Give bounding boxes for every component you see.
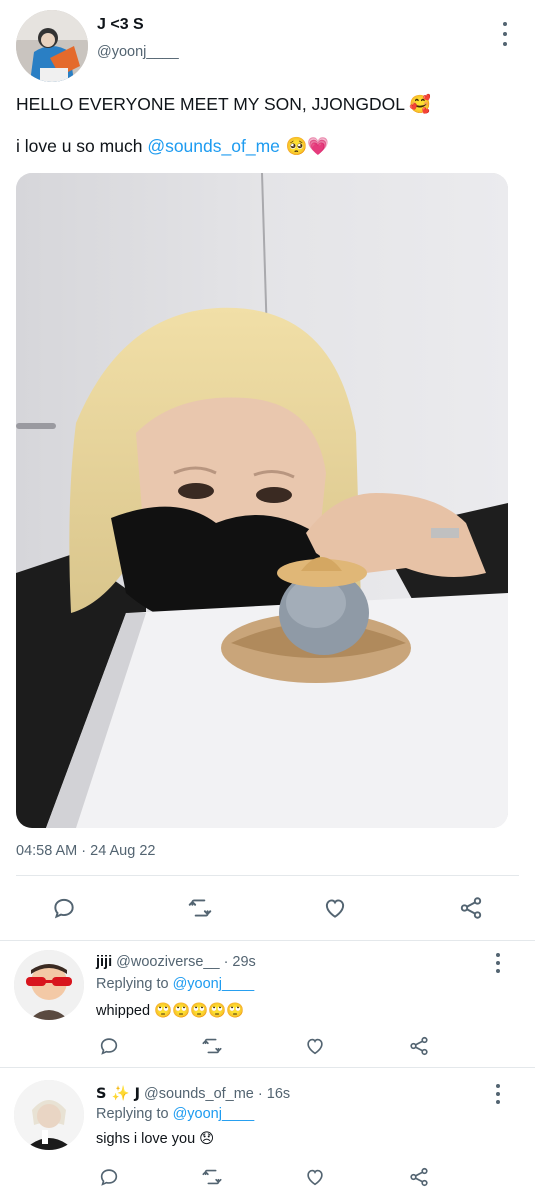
replying-to-handle[interactable]: @yoonj____ [173, 976, 255, 992]
reply-body: whipped [96, 1003, 155, 1019]
reply-header: jiji @wooziverse__ · 29s [96, 954, 256, 970]
replying-to-handle[interactable]: @yoonj____ [173, 1106, 255, 1122]
reply-body: sighs i love you [96, 1131, 200, 1147]
reply-author-name[interactable]: S ✨ J [96, 1086, 140, 1102]
tweet-photo[interactable] [16, 173, 508, 828]
tweet-text-part: i love u so much [16, 136, 148, 156]
more-options-icon[interactable] [488, 953, 508, 973]
reply-tweet[interactable]: S ✨ J @sounds_of_me · 16s Replying to @y… [0, 1068, 535, 1200]
reply-header: S ✨ J @sounds_of_me · 16s [96, 1085, 290, 1102]
replying-to-label: Replying to [96, 1106, 173, 1122]
reply-emoji: 😞 [199, 1131, 215, 1147]
reply-time: · 29s [219, 954, 256, 970]
share-icon[interactable] [404, 1162, 434, 1192]
tweet-timestamp[interactable]: 04:58 AM · 24 Aug 22 [16, 843, 155, 859]
retweet-icon[interactable] [197, 1031, 227, 1061]
tweet-text-line-1: HELLO EVERYONE MEET MY SON, JJONGDOL 🥰 [16, 94, 431, 115]
author-avatar[interactable] [16, 10, 88, 82]
retweet-icon[interactable] [185, 893, 215, 923]
share-icon[interactable] [456, 893, 486, 923]
tweet-text-line-2: i love u so much @sounds_of_me 🥺💗 [16, 136, 329, 157]
reply-text: whipped 🙄🙄🙄🙄🙄 [96, 1002, 244, 1019]
author-name[interactable]: J <3 S [97, 16, 144, 34]
tweet-text: HELLO EVERYONE MEET MY SON, JJONGDOL 🥰 [16, 94, 431, 114]
reply-icon[interactable] [94, 1031, 124, 1061]
divider [16, 875, 519, 876]
reply-time: · 16s [253, 1086, 291, 1102]
reply-emoji: 🙄🙄🙄🙄🙄 [154, 1003, 245, 1019]
retweet-icon[interactable] [197, 1162, 227, 1192]
replying-to: Replying to @yoonj____ [96, 976, 254, 992]
author-handle[interactable]: @yoonj____ [97, 44, 179, 60]
like-icon[interactable] [300, 1162, 330, 1192]
reply-tweet[interactable]: jiji @wooziverse__ · 29s Replying to @yo… [0, 941, 535, 1068]
tweet-emoji: 🥺💗 [279, 137, 330, 157]
reply-icon[interactable] [94, 1162, 124, 1192]
more-options-icon[interactable] [488, 1084, 508, 1104]
reply-text: sighs i love you 😞 [96, 1131, 214, 1147]
reply-author-handle[interactable]: @wooziverse__ [116, 954, 219, 970]
share-icon[interactable] [404, 1031, 434, 1061]
mention-link[interactable]: @sounds_of_me [147, 136, 280, 156]
reply-icon[interactable] [49, 893, 79, 923]
replying-to-label: Replying to [96, 976, 173, 992]
reply-avatar[interactable] [14, 950, 84, 1020]
reply-avatar[interactable] [14, 1080, 84, 1150]
like-icon[interactable] [300, 1031, 330, 1061]
more-options-icon[interactable] [495, 22, 515, 46]
like-icon[interactable] [320, 893, 350, 923]
reply-author-name[interactable]: jiji [96, 954, 112, 970]
replying-to: Replying to @yoonj____ [96, 1106, 254, 1122]
reply-author-handle[interactable]: @sounds_of_me [144, 1086, 254, 1102]
